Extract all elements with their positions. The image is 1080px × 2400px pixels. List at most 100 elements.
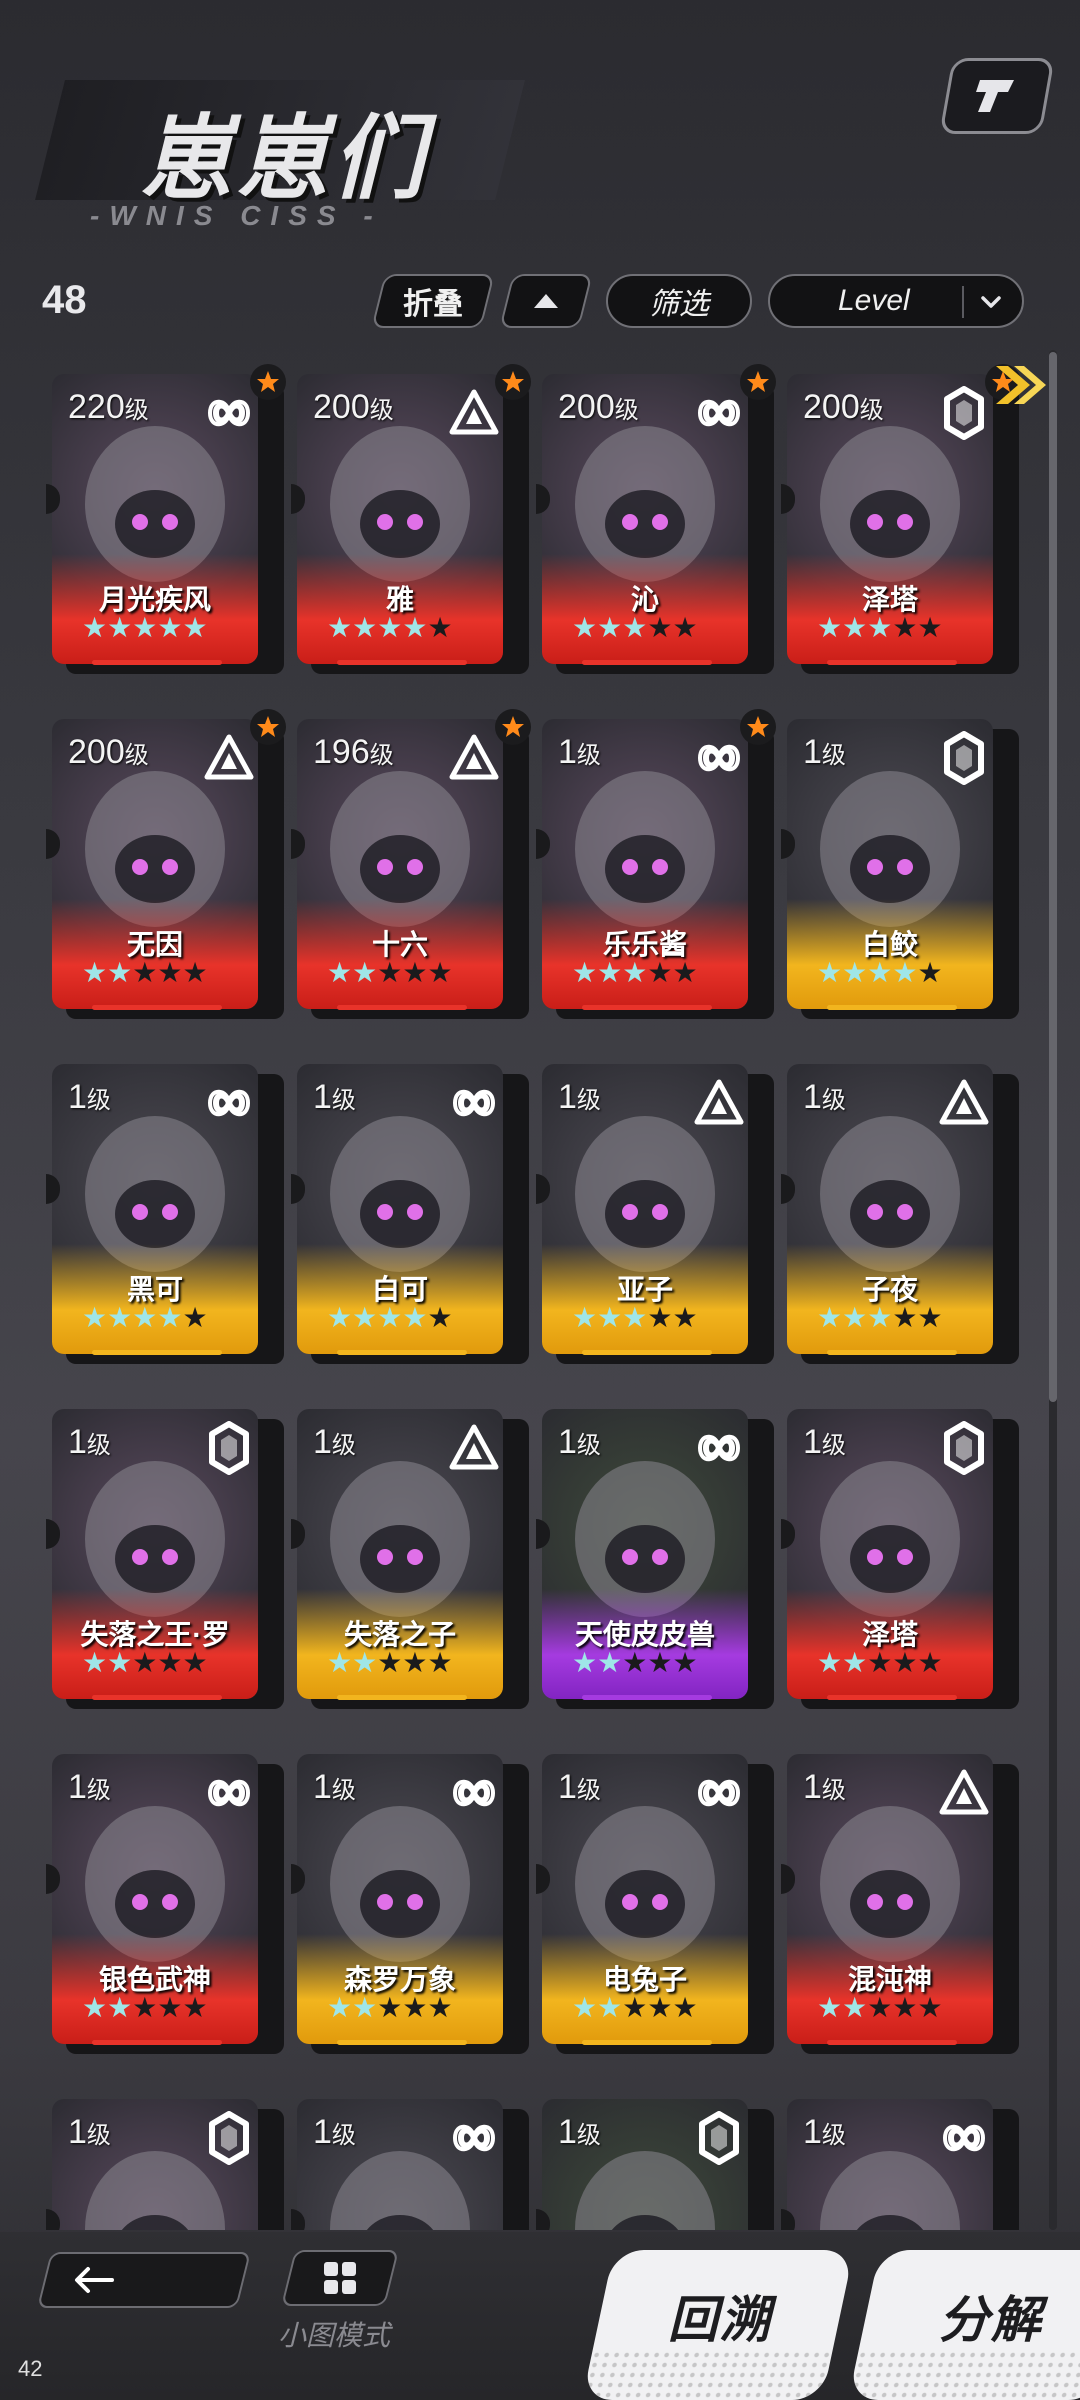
rarity-bar bbox=[92, 1005, 222, 1010]
rarity-bar bbox=[337, 1005, 467, 1010]
unit-card[interactable]: 200级 无因 ★ ★ ★ ★ ★ bbox=[46, 709, 286, 1019]
triangle-icon bbox=[202, 731, 256, 785]
favorite-star-icon bbox=[740, 709, 776, 745]
infinity-icon bbox=[202, 1076, 256, 1130]
unit-card[interactable]: 1级 银色武神 ★ ★ ★ ★ ★ bbox=[46, 1754, 284, 2054]
unit-level: 196级 bbox=[313, 733, 394, 772]
level-value: 1 bbox=[803, 733, 822, 771]
next-arrow-icon[interactable] bbox=[990, 360, 1050, 415]
mini-mode-button[interactable] bbox=[281, 2250, 399, 2306]
unit-card[interactable]: 1级 白可 ★ ★ ★ ★ ★ bbox=[291, 1064, 529, 1364]
unit-card[interactable]: 1级 失落之子 ★ ★ ★ ★ ★ bbox=[291, 1409, 529, 1709]
unit-card[interactable]: 200级 泽塔 ★ ★ ★ ★ ★ bbox=[781, 364, 1021, 674]
level-value: 1 bbox=[558, 733, 577, 771]
star-icon: ★ bbox=[622, 1992, 648, 2023]
level-unit: 级 bbox=[86, 2122, 111, 2149]
star-icon: ★ bbox=[867, 957, 893, 988]
unit-card[interactable]: 1级 bbox=[536, 2099, 774, 2230]
infinity-icon bbox=[447, 2111, 501, 2165]
unit-card[interactable]: 1级 亚子 ★ ★ ★ ★ ★ bbox=[536, 1064, 774, 1364]
star-icon: ★ bbox=[817, 1647, 843, 1678]
unit-level: 1级 bbox=[558, 1078, 601, 1117]
unit-card[interactable]: 1级 bbox=[291, 2099, 529, 2230]
star-icon: ★ bbox=[892, 1992, 918, 2023]
triangle-icon bbox=[447, 731, 501, 785]
unit-card[interactable]: 220级 月光疾风 ★ ★ ★ ★ ★ bbox=[46, 364, 286, 674]
star-icon: ★ bbox=[817, 612, 843, 643]
star-icon: ★ bbox=[82, 957, 108, 988]
star-icon: ★ bbox=[622, 1302, 648, 1333]
star-icon: ★ bbox=[622, 612, 648, 643]
level-value: 1 bbox=[68, 2113, 87, 2151]
level-unit: 级 bbox=[576, 742, 601, 769]
rarity-bar bbox=[92, 1695, 222, 1700]
star-rating: ★ ★ ★ ★ ★ bbox=[817, 614, 943, 642]
triangle-icon bbox=[447, 1421, 501, 1475]
level-unit: 级 bbox=[614, 397, 639, 424]
rarity-bar bbox=[582, 2040, 712, 2045]
star-icon: ★ bbox=[672, 1647, 698, 1678]
unit-card[interactable]: 1级 天使皮皮兽 ★ ★ ★ ★ ★ bbox=[536, 1409, 774, 1709]
unit-level: 1级 bbox=[803, 733, 846, 772]
level-unit: 级 bbox=[86, 1777, 111, 1804]
star-icon: ★ bbox=[842, 612, 868, 643]
hexagon-icon bbox=[202, 2111, 256, 2165]
star-icon: ★ bbox=[352, 612, 378, 643]
star-icon: ★ bbox=[842, 1302, 868, 1333]
star-icon: ★ bbox=[672, 1302, 698, 1333]
star-icon: ★ bbox=[157, 1647, 183, 1678]
button-texture bbox=[848, 2350, 1080, 2400]
unit-card[interactable]: 200级雅 ★ ★ ★ ★ ★ bbox=[291, 364, 531, 674]
star-icon: ★ bbox=[107, 1302, 133, 1333]
star-icon: ★ bbox=[352, 1647, 378, 1678]
star-rating: ★ ★ ★ ★ ★ bbox=[327, 1649, 453, 1677]
rewind-button[interactable]: 回溯 bbox=[582, 2250, 854, 2400]
star-rating: ★ ★ ★ ★ ★ bbox=[82, 1994, 208, 2022]
star-icon: ★ bbox=[132, 612, 158, 643]
unit-level: 220级 bbox=[68, 388, 149, 427]
unit-card[interactable]: 1级 bbox=[46, 2099, 284, 2230]
decompose-label: 分解 bbox=[938, 2292, 1043, 2348]
unit-card[interactable]: 1级 失落之王·罗 ★ ★ ★ ★ ★ bbox=[46, 1409, 284, 1709]
decompose-button[interactable]: 分解 bbox=[848, 2250, 1080, 2400]
level-value: 1 bbox=[68, 1078, 87, 1116]
star-icon: ★ bbox=[82, 1992, 108, 2023]
star-icon: ★ bbox=[182, 1992, 208, 2023]
unit-card[interactable]: 1级 bbox=[781, 2099, 1019, 2230]
rarity-bar bbox=[337, 2040, 467, 2045]
star-icon: ★ bbox=[352, 957, 378, 988]
rarity-bar bbox=[92, 660, 222, 665]
star-icon: ★ bbox=[327, 612, 353, 643]
star-icon: ★ bbox=[647, 1302, 673, 1333]
unit-card[interactable]: 200级沁 ★ ★ ★ ★ ★ bbox=[536, 364, 776, 674]
favorite-star-icon bbox=[495, 709, 531, 745]
star-icon: ★ bbox=[597, 957, 623, 988]
unit-card[interactable]: 1级 森罗万象 ★ ★ ★ ★ ★ bbox=[291, 1754, 529, 2054]
favorite-star-icon bbox=[250, 364, 286, 400]
unit-card[interactable]: 196级 十六 ★ ★ ★ ★ ★ bbox=[291, 709, 531, 1019]
star-icon: ★ bbox=[842, 1992, 868, 2023]
star-icon: ★ bbox=[647, 612, 673, 643]
unit-card[interactable]: 1级 子夜 ★ ★ ★ ★ ★ bbox=[781, 1064, 1019, 1364]
level-value: 196 bbox=[313, 733, 370, 771]
star-icon: ★ bbox=[182, 1647, 208, 1678]
back-button[interactable] bbox=[37, 2252, 251, 2308]
unit-card[interactable]: 1级 黑可 ★ ★ ★ ★ ★ bbox=[46, 1064, 284, 1364]
unit-card[interactable]: 1级 泽塔 ★ ★ ★ ★ ★ bbox=[781, 1409, 1019, 1709]
star-rating: ★ ★ ★ ★ ★ bbox=[572, 959, 698, 987]
hexagon-icon bbox=[692, 2111, 746, 2165]
star-rating: ★ ★ ★ ★ ★ bbox=[572, 1649, 698, 1677]
unit-card[interactable]: 1级 乐乐酱 ★ ★ ★ ★ ★ bbox=[536, 709, 776, 1019]
unit-card[interactable]: 1级 混沌神 ★ ★ ★ ★ ★ bbox=[781, 1754, 1019, 2054]
star-icon: ★ bbox=[647, 1992, 673, 2023]
star-icon: ★ bbox=[597, 612, 623, 643]
level-value: 1 bbox=[313, 2113, 332, 2151]
unit-level: 1级 bbox=[558, 1423, 601, 1462]
star-rating: ★ ★ ★ ★ ★ bbox=[82, 1649, 208, 1677]
unit-card[interactable]: 1级 白鲛 ★ ★ ★ ★ ★ bbox=[781, 719, 1019, 1019]
unit-card[interactable]: 1级 电兔子 ★ ★ ★ ★ ★ bbox=[536, 1754, 774, 2054]
level-unit: 级 bbox=[331, 2122, 356, 2149]
star-icon: ★ bbox=[842, 957, 868, 988]
star-icon: ★ bbox=[157, 1302, 183, 1333]
rarity-bar bbox=[827, 1350, 957, 1355]
